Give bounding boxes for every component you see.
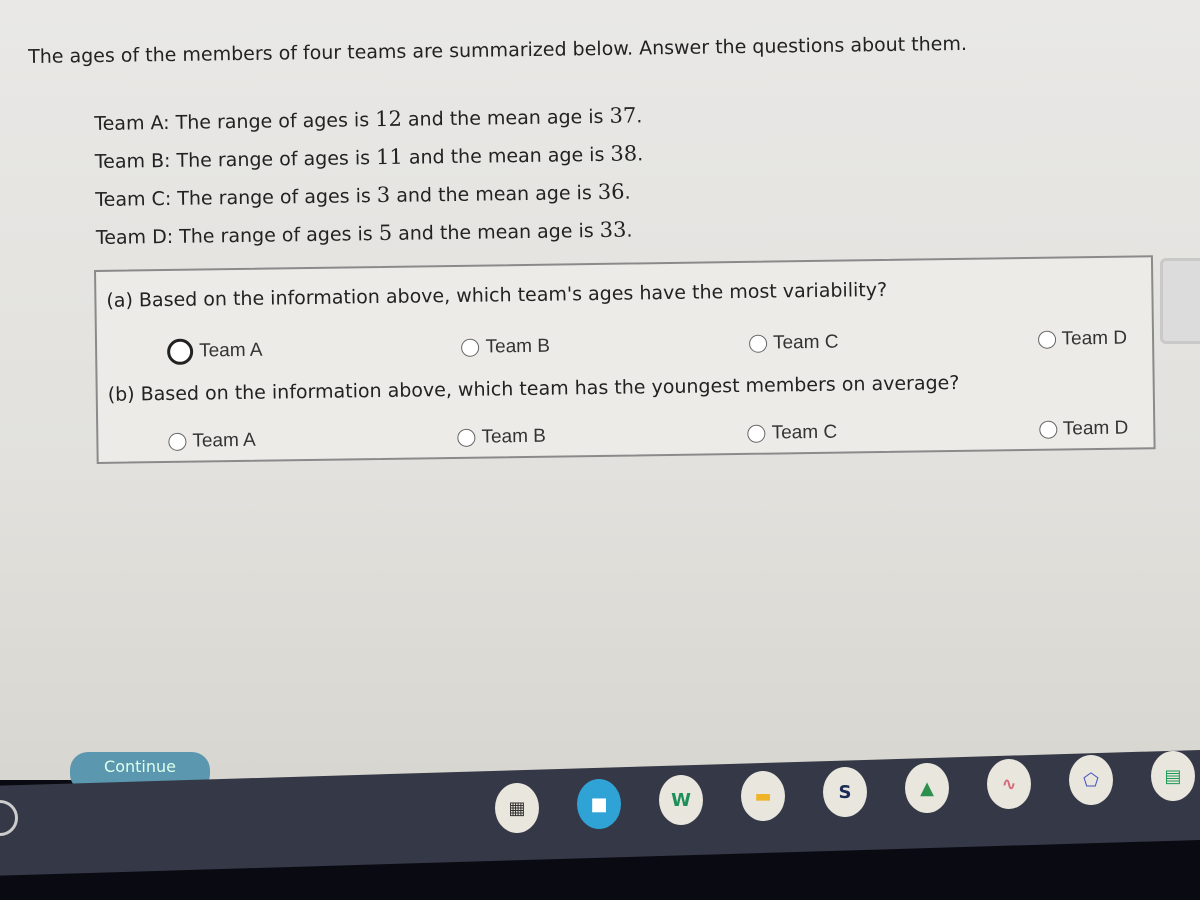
radio-button[interactable] [1038, 420, 1057, 439]
option-label: Team A [198, 339, 263, 362]
period: . [624, 181, 631, 204]
sheets-icon[interactable]: ▤ [1151, 751, 1195, 801]
mean-value: 37 [609, 103, 637, 128]
intro-text: The ages of the members of four teams ar… [28, 32, 968, 68]
question-a-options: Team A Team B Team C Team D [166, 326, 1127, 365]
option-label: Team A [192, 429, 256, 452]
radio-button[interactable] [168, 432, 187, 451]
option-label: Team D [1062, 417, 1129, 440]
option-b-team-c[interactable]: Team C [747, 422, 837, 445]
option-a-team-a[interactable]: Team A [166, 338, 263, 365]
shelf-apps: ▦ ■ W ▬ S ▲ ∿ ⬠ ▤ [495, 751, 1195, 833]
schoology-icon[interactable]: S [823, 767, 867, 817]
radio-button[interactable] [166, 338, 194, 365]
graph-icon[interactable]: ∿ [987, 759, 1031, 809]
option-label: Team C [771, 421, 838, 444]
screen: The ages of the members of four teams ar… [0, 0, 1200, 792]
label: and the mean age is [401, 105, 610, 131]
question-box: (a) Based on the information above, whic… [94, 255, 1156, 464]
label: and the mean age is [402, 143, 611, 169]
side-panel-button[interactable] [1160, 258, 1200, 344]
drive-icon[interactable]: ▲ [905, 763, 949, 813]
question-b: (b) Based on the information above, whic… [107, 371, 960, 406]
label: Team C: The range of ages is [95, 185, 377, 211]
question-a: (a) Based on the information above, whic… [106, 278, 888, 312]
range-value: 5 [378, 220, 393, 246]
option-label: Team B [481, 425, 547, 448]
radio-button[interactable] [1037, 330, 1056, 349]
slides-icon[interactable]: ▬ [741, 771, 785, 821]
classroom-icon[interactable]: W [659, 775, 703, 825]
label: Team B: The range of ages is [94, 147, 377, 173]
zoom-icon[interactable]: ■ [577, 779, 621, 829]
radio-button[interactable] [747, 424, 766, 443]
option-a-team-c[interactable]: Team C [748, 330, 839, 357]
range-value: 11 [375, 144, 403, 170]
team-summaries: Team A: The range of ages is 12 and the … [94, 96, 645, 256]
option-label: Team D [1061, 327, 1128, 350]
label: Team A: The range of ages is [94, 109, 376, 135]
label: Team D: The range of ages is [95, 223, 379, 249]
label: and the mean age is [390, 181, 598, 207]
option-a-team-b[interactable]: Team B [461, 334, 550, 361]
range-value: 3 [376, 182, 391, 208]
radio-button[interactable] [461, 338, 480, 357]
period: . [626, 219, 633, 242]
mean-value: 38 [610, 141, 638, 166]
period: . [636, 105, 643, 128]
range-value: 12 [375, 106, 403, 132]
geometry-icon[interactable]: ⬠ [1069, 755, 1113, 805]
radio-button[interactable] [457, 428, 476, 447]
option-b-team-a[interactable]: Team A [168, 430, 256, 453]
label: and the mean age is [391, 219, 600, 245]
calculator-icon[interactable]: ▦ [495, 783, 539, 833]
mean-value: 33 [599, 217, 627, 242]
mean-value: 36 [597, 179, 625, 204]
option-label: Team B [485, 335, 551, 358]
option-b-team-d[interactable]: Team D [1038, 417, 1129, 441]
period: . [637, 143, 644, 166]
option-a-team-d[interactable]: Team D [1037, 326, 1127, 353]
option-label: Team C [772, 331, 839, 354]
question-b-options: Team A Team B Team C Team D [168, 418, 1128, 453]
option-b-team-b[interactable]: Team B [457, 426, 546, 449]
team-d-summary: Team D: The range of ages is 5 and the m… [96, 210, 645, 256]
radio-button[interactable] [748, 334, 768, 353]
